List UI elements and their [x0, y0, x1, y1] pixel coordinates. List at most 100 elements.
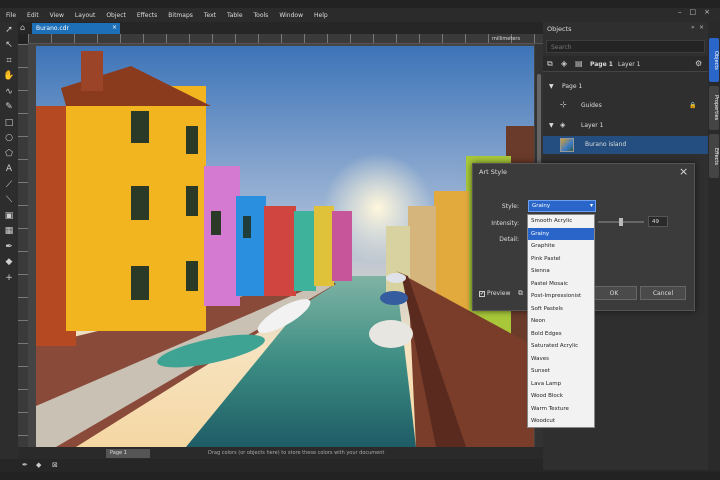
- parallel-dimension-icon[interactable]: ⟋: [0, 177, 18, 193]
- style-option[interactable]: Saturated Acrylic: [528, 340, 594, 353]
- cancel-button[interactable]: Cancel: [640, 286, 686, 300]
- side-tab-objects[interactable]: Objects: [709, 38, 719, 82]
- burano-island-photo[interactable]: [36, 46, 534, 447]
- style-option[interactable]: Wood Block: [528, 390, 594, 403]
- document-tab[interactable]: Burano.cdr ×: [32, 23, 120, 34]
- menu-help[interactable]: Help: [314, 12, 328, 19]
- close-window-button[interactable]: ×: [704, 8, 710, 16]
- reset-icon[interactable]: ⧉: [518, 289, 523, 298]
- style-select[interactable]: Grainy ▾: [528, 200, 596, 212]
- docker-side-tabs: Objects Properties Effects: [708, 22, 720, 470]
- tree-item-label: Layer 1: [581, 122, 604, 129]
- curve-tool-icon[interactable]: ∿: [0, 84, 18, 100]
- ok-button[interactable]: OK: [591, 286, 637, 300]
- drawing-canvas[interactable]: [28, 44, 543, 447]
- shape-tool-icon[interactable]: ↖: [0, 38, 18, 54]
- menu-window[interactable]: Window: [279, 12, 303, 19]
- style-option[interactable]: Soft Pastels: [528, 303, 594, 316]
- no-color-swatch[interactable]: ⊠: [52, 461, 58, 469]
- transparency-icon[interactable]: ▦: [0, 224, 18, 240]
- document-tab-title: Burano.cdr: [36, 25, 69, 32]
- style-option[interactable]: Neon: [528, 315, 594, 328]
- docker-close-icon[interactable]: ×: [699, 24, 704, 31]
- settings-icon[interactable]: ⚙: [695, 59, 702, 68]
- horizontal-ruler[interactable]: [28, 34, 543, 44]
- menu-layout[interactable]: Layout: [75, 12, 95, 19]
- menu-text[interactable]: Text: [204, 12, 216, 19]
- style-option[interactable]: Grainy: [528, 227, 594, 240]
- page-icon[interactable]: ⧉: [547, 59, 553, 69]
- fill-icon[interactable]: ◆: [36, 461, 41, 469]
- text-tool-icon[interactable]: A: [0, 162, 18, 178]
- toolbox: ➚ ↖ ⌗ ✋ ∿ ✎ □ ○ ⬠ A ⟋ ⟍ ▣ ▦ ✒ ◆ +: [0, 22, 18, 470]
- maximize-button[interactable]: □: [690, 8, 697, 16]
- objects-search-input[interactable]: Search: [546, 40, 705, 53]
- expand-arrow-icon[interactable]: ▼: [549, 122, 554, 129]
- intensity-value-field[interactable]: 49: [648, 216, 668, 227]
- style-option[interactable]: Sunset: [528, 365, 594, 378]
- dialog-close-icon[interactable]: ×: [679, 165, 688, 178]
- minimize-button[interactable]: –: [678, 8, 682, 16]
- tree-item-guides[interactable]: ⊹ Guides 🔒: [543, 97, 708, 115]
- document-tab-bar: ⌂ Burano.cdr ×: [18, 22, 543, 34]
- drop-shadow-icon[interactable]: ▣: [0, 208, 18, 224]
- pan-tool-icon[interactable]: ✋: [0, 69, 18, 85]
- interactive-fill-icon[interactable]: ◆: [0, 255, 18, 271]
- home-icon[interactable]: ⌂: [20, 23, 25, 32]
- chevron-down-icon: ▾: [589, 202, 593, 209]
- tree-item-page[interactable]: ▼ Page 1: [543, 78, 708, 96]
- style-option[interactable]: Post-Impressionist: [528, 290, 594, 303]
- crop-tool-icon[interactable]: ⌗: [0, 53, 18, 69]
- style-option[interactable]: Warm Texture: [528, 403, 594, 416]
- intensity-slider[interactable]: [598, 218, 644, 226]
- tree-item-layer[interactable]: ▼ ◈ Layer 1: [543, 117, 708, 135]
- menu-file[interactable]: File: [6, 12, 16, 19]
- pick-tool-icon[interactable]: ➚: [0, 22, 18, 38]
- ruler-unit-label: millimeters: [492, 36, 521, 42]
- guides-icon: ⊹: [560, 100, 567, 109]
- menu-edit[interactable]: Edit: [27, 12, 39, 19]
- tree-item-burano-island[interactable]: Burano island: [543, 136, 708, 154]
- style-option[interactable]: Smooth Acrylic: [528, 215, 594, 228]
- side-tab-properties[interactable]: Properties: [709, 86, 719, 130]
- layers-icon[interactable]: ◈: [561, 59, 567, 68]
- menu-object[interactable]: Object: [106, 12, 126, 19]
- side-tab-effects[interactable]: Effects: [709, 134, 719, 178]
- eyedropper-icon[interactable]: ✒: [0, 239, 18, 255]
- style-option[interactable]: Bold Edges: [528, 328, 594, 341]
- style-option[interactable]: Pastel Mosaic: [528, 278, 594, 291]
- style-option[interactable]: Graphite: [528, 240, 594, 253]
- tree-item-label: Page 1: [562, 83, 583, 90]
- style-option[interactable]: Sienna: [528, 265, 594, 278]
- preview-label: Preview: [487, 290, 511, 297]
- artistic-media-icon[interactable]: ✎: [0, 100, 18, 116]
- document-icon[interactable]: ▤: [575, 59, 583, 68]
- style-option[interactable]: Lava Lamp: [528, 378, 594, 391]
- vertical-ruler[interactable]: [18, 44, 28, 447]
- docker-menu-icon[interactable]: »: [691, 24, 695, 31]
- menu-table[interactable]: Table: [227, 12, 243, 19]
- menu-bitmaps[interactable]: Bitmaps: [168, 12, 193, 19]
- lock-icon[interactable]: 🔒: [689, 102, 696, 109]
- object-thumbnail: [560, 138, 574, 152]
- connector-tool-icon[interactable]: ⟍: [0, 193, 18, 209]
- intensity-slider-thumb[interactable]: [618, 218, 623, 226]
- style-option[interactable]: Woodcut: [528, 415, 594, 428]
- current-layer-label: Layer 1: [618, 61, 641, 68]
- eyedropper-icon[interactable]: ✒: [22, 461, 28, 469]
- rectangle-tool-icon[interactable]: □: [0, 115, 18, 131]
- style-option[interactable]: Waves: [528, 353, 594, 366]
- menu-tools[interactable]: Tools: [254, 12, 269, 19]
- checkbox-check-icon[interactable]: ✔: [479, 290, 485, 297]
- style-option[interactable]: Pink Pastel: [528, 253, 594, 266]
- preview-checkbox[interactable]: ✔ Preview: [479, 290, 510, 297]
- add-tool-icon[interactable]: +: [0, 270, 18, 286]
- style-select-value: Grainy: [532, 203, 551, 209]
- page-tab[interactable]: Page 1: [106, 449, 150, 458]
- ellipse-tool-icon[interactable]: ○: [0, 131, 18, 147]
- close-tab-icon[interactable]: ×: [112, 24, 117, 31]
- menu-view[interactable]: View: [50, 12, 64, 19]
- menu-effects[interactable]: Effects: [137, 12, 157, 19]
- expand-arrow-icon[interactable]: ▼: [549, 83, 554, 90]
- polygon-tool-icon[interactable]: ⬠: [0, 146, 18, 162]
